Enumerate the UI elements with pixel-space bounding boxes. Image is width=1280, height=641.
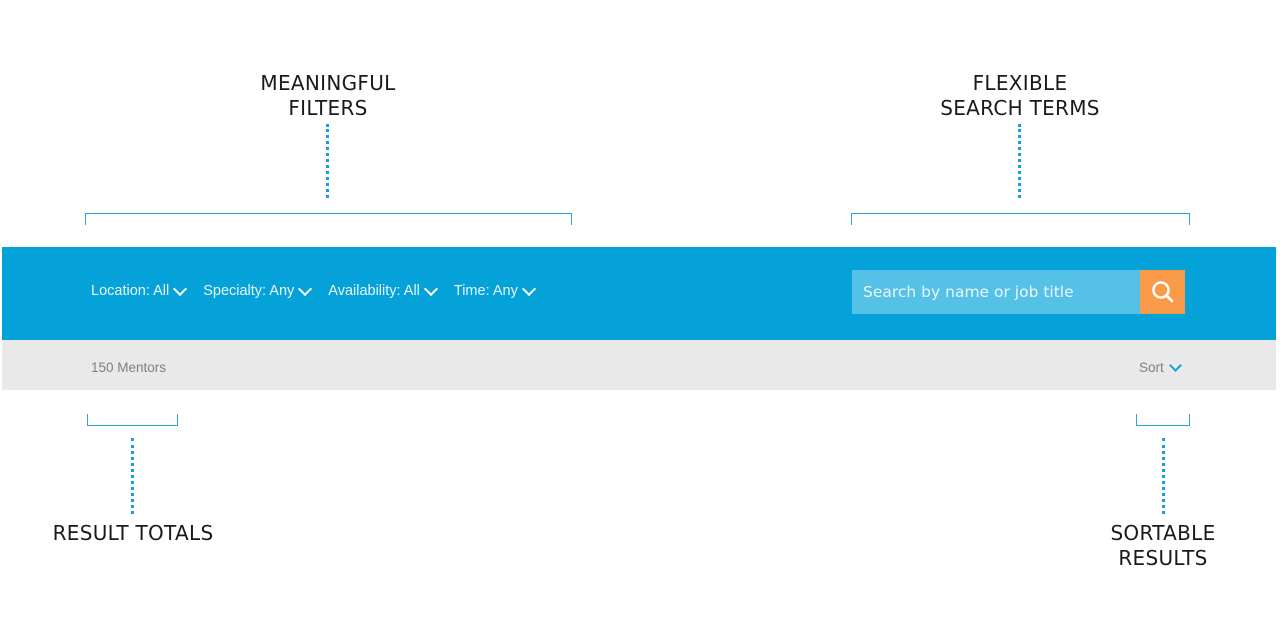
filter-list: Location: All Specialty: Any Availabilit… xyxy=(91,281,552,299)
filter-specialty[interactable]: Specialty: Any xyxy=(203,281,313,299)
annotation-sortable-results: SORTABLE RESULTS xyxy=(1083,521,1243,571)
annotation-connector xyxy=(1018,124,1021,198)
chevron-down-icon xyxy=(423,281,438,296)
annotation-bracket xyxy=(87,414,178,426)
annotation-text: SORTABLE xyxy=(1110,521,1216,545)
annotation-text: RESULTS xyxy=(1118,546,1208,570)
chevron-down-icon xyxy=(1168,359,1182,372)
chevron-down-icon xyxy=(173,281,188,296)
results-bar: 150 Mentors Sort xyxy=(2,340,1276,390)
annotation-text: FILTERS xyxy=(288,96,368,120)
annotation-result-totals: RESULT TOTALS xyxy=(33,521,233,546)
annotation-meaningful-filters: MEANINGFUL FILTERS xyxy=(228,71,428,121)
annotation-connector xyxy=(131,438,134,514)
chevron-down-icon xyxy=(298,281,313,296)
chevron-down-icon xyxy=(521,281,536,296)
filter-location[interactable]: Location: All xyxy=(91,281,188,299)
filter-label: Specialty: Any xyxy=(203,283,295,299)
annotation-connector xyxy=(326,124,329,198)
search-box xyxy=(852,270,1140,314)
annotation-bracket xyxy=(85,213,572,225)
search-button[interactable] xyxy=(1140,270,1185,314)
result-total: 150 Mentors xyxy=(91,360,167,375)
filter-time[interactable]: Time: Any xyxy=(453,281,536,299)
filter-bar: Location: All Specialty: Any Availabilit… xyxy=(2,247,1276,340)
filter-label: Availability: All xyxy=(328,283,420,299)
annotation-text: RESULT TOTALS xyxy=(52,521,214,545)
annotation-flexible-search: FLEXIBLE SEARCH TERMS xyxy=(910,71,1130,121)
annotation-text: MEANINGFUL xyxy=(260,71,396,95)
search-input[interactable] xyxy=(852,283,1133,301)
sort-dropdown[interactable]: Sort xyxy=(1139,359,1182,375)
filter-label: Time: Any xyxy=(453,283,518,299)
search-icon xyxy=(1151,281,1173,303)
filter-availability[interactable]: Availability: All xyxy=(328,281,438,299)
annotation-bracket xyxy=(851,213,1190,225)
annotation-connector xyxy=(1162,438,1165,514)
annotation-bracket xyxy=(1136,414,1190,426)
annotation-text: FLEXIBLE xyxy=(972,71,1068,95)
sort-label: Sort xyxy=(1139,360,1164,375)
annotation-text: SEARCH TERMS xyxy=(940,96,1100,120)
filter-label: Location: All xyxy=(91,283,170,299)
